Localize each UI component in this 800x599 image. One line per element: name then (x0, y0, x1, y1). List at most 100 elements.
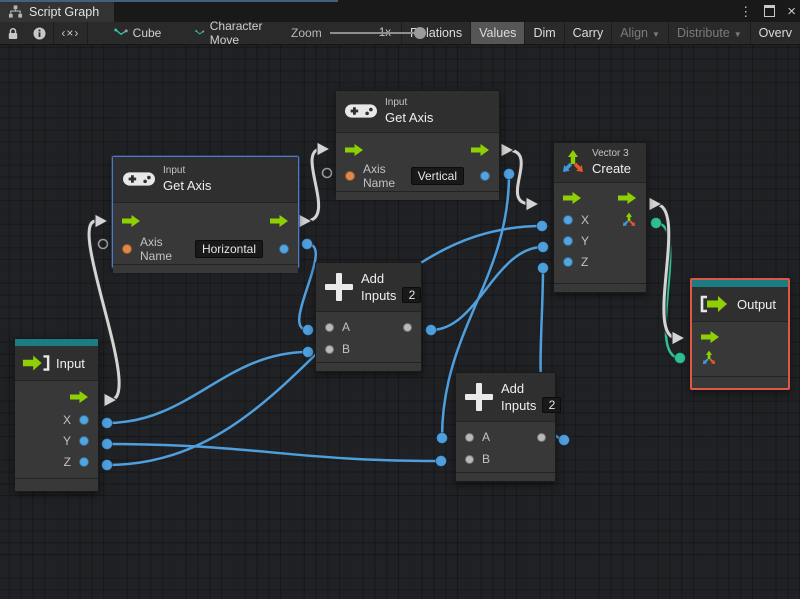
input-icon (22, 355, 50, 371)
code-view-button[interactable]: ‹×› (53, 22, 87, 44)
value-out-port[interactable] (480, 170, 490, 181)
inspect-button[interactable] (26, 22, 53, 44)
node-title: Get Axis (385, 109, 434, 125)
lock-icon (8, 27, 18, 39)
align-dropdown[interactable]: Align ▼ (612, 22, 668, 44)
node-header: Output (692, 287, 788, 322)
output-icon (700, 295, 727, 313)
toggle-overview[interactable]: Overv (751, 22, 800, 44)
breadcrumb-label: Character Move (209, 19, 263, 47)
inputs-label: Inputs (501, 397, 537, 413)
node-footer (692, 376, 788, 388)
toggle-dim[interactable]: Dim (525, 22, 563, 44)
window-close-icon[interactable]: × (787, 4, 796, 19)
control-in-port[interactable] (345, 143, 364, 156)
breadcrumb-character-move[interactable]: Character Move (185, 19, 277, 47)
zoom-slider-handle[interactable] (413, 27, 426, 39)
sum-out-port[interactable] (403, 322, 412, 332)
add-icon (325, 273, 353, 301)
code-view-icon: ‹×› (61, 26, 80, 40)
distribute-label: Distribute (676, 26, 730, 40)
input-a-port[interactable] (325, 322, 334, 332)
breadcrumb-cube[interactable]: Cube (104, 26, 172, 40)
tab-script-graph[interactable]: Script Graph (0, 2, 114, 22)
node-vector3-create[interactable]: Vector 3 Create X Y Z (553, 142, 647, 293)
control-out-port[interactable] (618, 192, 637, 205)
y-out-port[interactable] (79, 435, 89, 446)
window-menu-icon[interactable]: ⋮ (739, 5, 752, 18)
node-footer (316, 362, 421, 371)
vector3-out-port[interactable] (621, 212, 637, 228)
info-icon (33, 27, 46, 39)
gamepad-icon (123, 172, 155, 186)
script-graph-icon (8, 5, 23, 18)
node-footer (456, 472, 555, 481)
gamepad-icon (345, 104, 377, 118)
z-out-port[interactable] (79, 456, 89, 467)
zoom-slider-track (329, 32, 426, 34)
port-label: A (482, 430, 491, 444)
toggle-carry[interactable]: Carry (565, 22, 612, 44)
control-in-port[interactable] (563, 192, 582, 205)
value-out-port[interactable] (279, 243, 289, 254)
control-out-port[interactable] (270, 215, 289, 228)
inputs-count-input[interactable]: 2 (542, 397, 562, 413)
port-label: X (581, 213, 590, 228)
axis-name-port[interactable] (122, 243, 132, 254)
inputs-label: Inputs (361, 287, 397, 303)
node-title: Create (592, 160, 632, 176)
axis-name-port[interactable] (345, 170, 355, 181)
node-title: Output (737, 296, 777, 312)
port-label: Z (63, 454, 71, 469)
node-header: Input Get Axis (336, 91, 499, 133)
x-out-port[interactable] (79, 414, 89, 425)
port-label: B (342, 342, 351, 356)
y-in-port[interactable] (563, 236, 573, 247)
control-out-port[interactable] (471, 143, 490, 156)
node-header: Input Get Axis (113, 157, 298, 203)
inputs-count-input[interactable]: 2 (402, 287, 422, 303)
node-title: Get Axis (163, 177, 212, 193)
port-label: B (482, 452, 491, 466)
port-label: Z (581, 255, 589, 270)
node-input[interactable]: Input X Y Z (14, 338, 99, 492)
control-out-port[interactable] (70, 391, 89, 403)
toggle-values[interactable]: Values (471, 22, 525, 44)
node-add-1[interactable]: Add Inputs 2 A B (315, 262, 422, 372)
node-accent-bar (15, 339, 98, 346)
sum-out-port[interactable] (537, 432, 546, 442)
input-a-port[interactable] (465, 432, 474, 442)
breadcrumb-label: Cube (132, 26, 162, 40)
port-label: A (342, 320, 351, 334)
graph-toolbar: ‹×› Cube Character Move Zoom 1x Relation… (0, 19, 800, 47)
node-header: Input (15, 346, 98, 381)
input-b-port[interactable] (465, 454, 474, 464)
node-output[interactable]: Output (690, 278, 790, 390)
node-footer (336, 190, 499, 200)
node-subtitle: Input (385, 97, 408, 108)
z-in-port[interactable] (563, 257, 573, 268)
node-get-axis-vertical[interactable]: Input Get Axis Axis Name Vertical (335, 90, 500, 200)
distribute-dropdown[interactable]: Distribute ▼ (669, 22, 750, 44)
node-get-axis-horizontal[interactable]: Input Get Axis Axis Name Horizontal (112, 156, 299, 273)
graph-node-icon (113, 28, 128, 36)
chevron-down-icon: ▼ (652, 29, 660, 39)
node-add-2[interactable]: Add Inputs 2 A B (455, 372, 562, 482)
lock-button[interactable] (0, 22, 26, 44)
input-b-port[interactable] (325, 344, 334, 354)
x-in-port[interactable] (563, 215, 573, 226)
zoom-slider[interactable] (329, 22, 426, 44)
chevron-down-icon: ▼ (733, 29, 742, 39)
window-maximize-icon[interactable] (764, 5, 776, 17)
vector3-in-port[interactable] (701, 350, 717, 366)
node-footer (113, 263, 298, 273)
field-label: Axis Name (363, 161, 396, 190)
control-in-port[interactable] (701, 330, 720, 343)
node-subtitle: Input (163, 165, 186, 176)
graph-node-icon (195, 29, 205, 35)
control-in-port[interactable] (122, 215, 141, 228)
node-header: Add Inputs 2 (456, 373, 562, 422)
axis-name-input[interactable]: Vertical (410, 166, 464, 185)
axis-name-input[interactable]: Horizontal (194, 239, 263, 258)
port-label: Y (581, 234, 590, 249)
